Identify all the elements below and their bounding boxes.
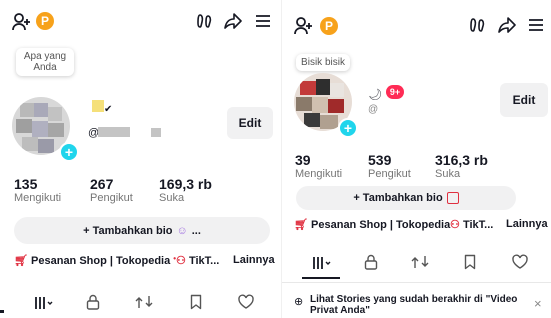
shop-orders-link[interactable]: 🛒︎ Pesanan Shop | Tokopedia • — [14, 254, 176, 267]
coin-icon[interactable]: P — [36, 12, 54, 30]
grid-icon[interactable] — [310, 254, 334, 272]
stories-icon: ⊕ — [294, 296, 304, 308]
repost-icon[interactable] — [134, 293, 154, 311]
person-icon: ⚇ — [176, 255, 186, 267]
tiktok-label: TikT... — [188, 255, 220, 267]
stat-number: 539 — [368, 152, 392, 168]
tiktok-label: TikT... — [462, 219, 494, 231]
add-user-icon[interactable] — [294, 16, 314, 41]
emoji-sticker: 🌙︎ — [368, 89, 382, 101]
active-tab-indicator — [302, 277, 340, 279]
username-prefix: @ — [368, 104, 379, 115]
footprint-icon[interactable] — [469, 16, 487, 39]
profile-panel-right: P Bisik bisik + 🌙︎ 9+ @ Edit 39 Mengikut… — [281, 0, 551, 318]
stat-likes[interactable]: 169,3 rb Suka — [159, 176, 212, 204]
tiktok-link[interactable]: ⚇ TikT... — [450, 218, 493, 231]
edit-button[interactable]: Edit — [227, 107, 273, 139]
grid-icon[interactable] — [32, 294, 56, 312]
media-icon — [446, 192, 459, 204]
stories-banner-text[interactable]: Lihat Stories yang sudah berakhir di "Vi… — [310, 294, 518, 316]
lock-icon[interactable] — [362, 253, 380, 271]
check-icon: ✔ — [104, 104, 113, 115]
smile-icon: ☺ — [176, 224, 188, 237]
cart-icon: 🛒︎ — [294, 219, 308, 231]
stat-following[interactable]: 135 Mengikuti — [14, 176, 61, 204]
stat-followers[interactable]: 267 Pengikut — [90, 176, 133, 204]
footprint-icon[interactable] — [196, 12, 214, 35]
more-link[interactable]: Lainnya — [506, 218, 548, 230]
shop-orders-label: Pesanan Shop | Tokopedia — [31, 255, 171, 267]
stat-label: Mengikuti — [295, 168, 343, 180]
close-icon[interactable]: × — [534, 296, 542, 311]
menu-icon[interactable] — [528, 17, 544, 38]
share-icon[interactable] — [498, 16, 516, 39]
stat-following[interactable]: 39 Mengikuti — [295, 152, 342, 180]
shop-orders-link[interactable]: 🛒︎ Pesanan Shop | Tokopedia — [294, 218, 450, 231]
menu-icon[interactable] — [255, 13, 271, 34]
stat-number: 169,3 rb — [159, 176, 212, 192]
add-bio-label: + Tambahkan bio — [353, 192, 443, 204]
cart-icon: 🛒︎ — [14, 255, 28, 267]
stat-label: Mengikuti — [14, 192, 62, 204]
heart-icon[interactable] — [510, 253, 530, 271]
add-avatar-icon[interactable]: + — [338, 118, 358, 138]
add-avatar-icon[interactable]: + — [59, 142, 79, 162]
stat-label: Suka — [159, 192, 185, 204]
stat-number: 316,3 rb — [435, 152, 488, 168]
profile-panel-left: P Apa yang Anda + ✔ @ Edit 135 Mengikuti… — [0, 0, 281, 318]
stat-followers[interactable]: 539 Pengikut — [368, 152, 411, 180]
stat-label: Pengikut — [368, 168, 411, 180]
more-link[interactable]: Lainnya — [233, 254, 275, 266]
edge-marker — [0, 310, 4, 313]
share-icon[interactable] — [224, 12, 242, 35]
repost-icon[interactable] — [410, 253, 430, 271]
username-redacted-2 — [151, 128, 161, 137]
add-bio-label: + Tambahkan bio — [83, 224, 173, 237]
add-bio-button[interactable]: + Tambahkan bio — [296, 186, 516, 210]
note-bubble[interactable]: Bisik bisik — [296, 54, 350, 71]
bio-more: ... — [191, 224, 201, 237]
heart-icon[interactable] — [236, 293, 256, 311]
stat-label: Pengikut — [90, 192, 133, 204]
username-redacted — [98, 127, 130, 137]
edit-button[interactable]: Edit — [500, 83, 548, 117]
emoji-sticker — [92, 100, 104, 112]
lock-icon[interactable] — [84, 293, 102, 311]
stat-likes[interactable]: 316,3 rb Suka — [435, 152, 488, 180]
stat-number: 267 — [90, 176, 114, 192]
note-bubble[interactable]: Apa yang Anda — [16, 48, 74, 76]
add-bio-button[interactable]: + Tambahkan bio ☺ ... — [14, 217, 270, 244]
stat-label: Suka — [435, 168, 461, 180]
bookmark-icon[interactable] — [188, 293, 204, 311]
stat-number: 39 — [295, 152, 311, 168]
divider — [282, 282, 551, 283]
notification-badge: 9+ — [386, 85, 404, 99]
stat-number: 135 — [14, 176, 38, 192]
shop-orders-label: Pesanan Shop | Tokopedia — [311, 219, 451, 231]
bookmark-icon[interactable] — [462, 253, 478, 271]
tiktok-link[interactable]: ⚇ TikT... — [176, 254, 219, 267]
coin-icon[interactable]: P — [320, 17, 338, 35]
person-icon: ⚇ — [450, 219, 460, 231]
add-user-icon[interactable] — [12, 12, 32, 37]
